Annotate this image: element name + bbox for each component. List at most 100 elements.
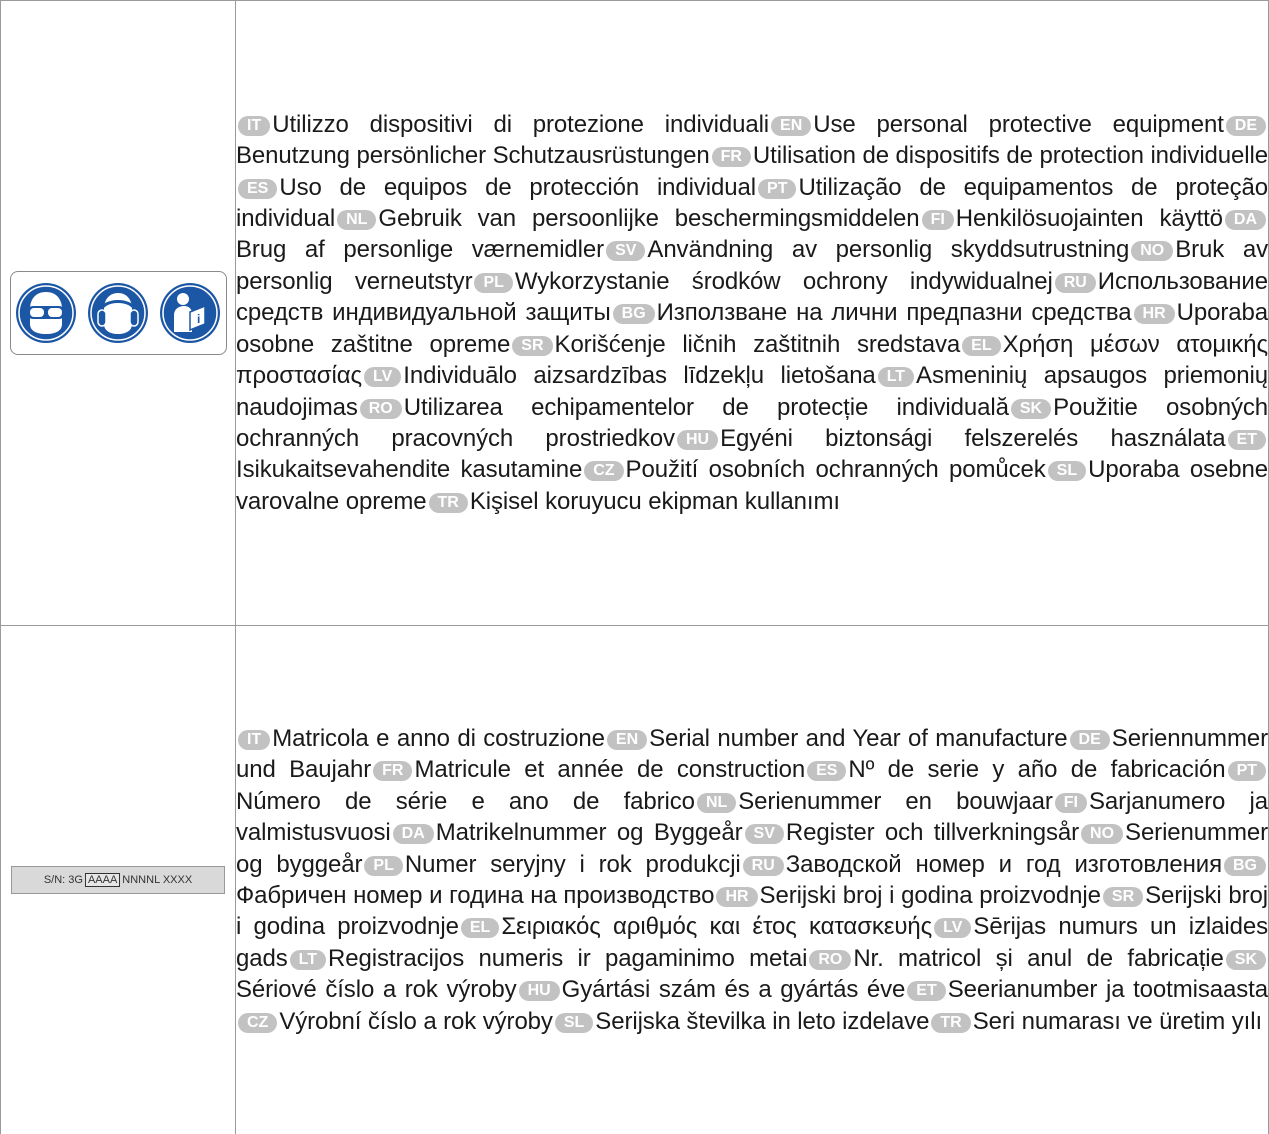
language-code-badge: HU [519,981,560,1001]
language-code-badge: EL [461,918,499,938]
translation-text: Seri numarası ve üretim yılı [973,1008,1262,1035]
serial-description: ITMatricola e anno di costruzioneENSeria… [236,626,1269,1134]
language-code-badge: DE [1226,116,1266,136]
language-code-badge: HR [1134,304,1175,324]
translation-text: Výrobní číslo a rok výroby [279,1008,553,1035]
language-code-badge: CZ [238,1013,277,1033]
translation-text: Matricule et année de construction [414,756,805,783]
translation-text: Seerianumber ja tootmisaasta [948,976,1268,1003]
svg-text:i: i [197,312,200,326]
serial-row: S/N: 3G AAAA NNNNL XXXX ITMatricola e an… [1,626,1269,1134]
language-code-badge: NL [337,210,376,230]
language-code-badge: RO [360,399,402,419]
language-code-badge: IT [238,730,270,750]
language-code-badge: BG [1224,856,1266,876]
language-code-badge: SK [1011,399,1051,419]
language-code-badge: LT [878,367,914,387]
translation-text: Използване на лични предпазни средства [657,299,1132,326]
translation-text: Register och tillverkningsår [786,819,1079,846]
translation-text: Registracijos numeris ir pagaminimo meta… [328,945,807,972]
translation-text: Serijski broj i godina proizvodnje [760,882,1101,909]
serial-plate-cell: S/N: 3G AAAA NNNNL XXXX [1,626,236,1134]
translation-text: Wykorzystanie środków ochrony indywidual… [515,268,1053,295]
language-code-badge: ET [907,981,945,1001]
translation-text: Use personal protective equipment [813,111,1223,138]
translation-text: Matricola e anno di costruzione [272,725,605,752]
language-code-badge: EL [962,336,1000,356]
translation-text: Sériové číslo a rok výroby [236,976,517,1003]
language-code-badge: SR [512,336,552,356]
language-code-badge: DE [1070,730,1110,750]
translation-text: Användning av personlig skyddsutrustning [647,236,1129,263]
ppe-icon-cell: i [1,1,236,626]
language-code-badge: RU [743,856,784,876]
language-code-badge: EN [771,116,811,136]
language-code-badge: FR [373,761,412,781]
language-code-badge: NO [1131,241,1173,261]
language-code-badge: CZ [584,461,623,481]
language-code-badge: PL [364,856,402,876]
language-code-badge: EN [607,730,647,750]
language-code-badge: RU [1055,273,1096,293]
manual-table: i ITUtilizzo dispositivi di protezione i… [0,0,1269,1134]
language-code-badge: ET [1228,430,1266,450]
language-code-badge: PT [758,179,796,199]
language-code-badge: FR [712,147,751,167]
language-code-badge: HU [677,430,718,450]
translation-text: Gebruik van persoonlijke beschermingsmid… [378,205,919,232]
serial-plate-prefix: S/N: 3G [44,874,83,886]
serial-number-plate: S/N: 3G AAAA NNNNL XXXX [11,866,225,894]
language-code-badge: FI [1055,793,1087,813]
translation-text: Henkilösuojainten käyttö [956,205,1223,232]
language-code-badge: PL [474,273,512,293]
translation-text: Utilisation de dispositifs de protection… [753,142,1268,169]
safety-goggles-icon [15,282,77,344]
translation-text: Benutzung persönlicher Schutzausrüstunge… [236,142,710,169]
language-code-badge: SL [1048,461,1086,481]
ear-protection-icon [87,282,149,344]
language-code-badge: LT [290,950,326,970]
language-code-badge: SV [745,824,784,844]
translation-text: Nº de serie y año de fabricación [848,756,1225,783]
language-code-badge: SK [1226,950,1266,970]
ppe-icon-group: i [10,271,227,355]
language-code-badge: SV [606,241,645,261]
language-code-badge: PT [1228,761,1266,781]
translation-text: Serienummer en bouwjaar [738,788,1052,815]
language-code-badge: RO [809,950,851,970]
translation-text: Numer seryjny i rok produkcji [405,851,741,878]
translation-text: Nr. matricol și anul de fabricație [853,945,1223,972]
language-code-badge: TR [429,493,468,513]
language-code-badge: SL [555,1013,593,1033]
translation-text: Utilizarea echipamentelor de protecție i… [404,394,1009,421]
ppe-row: i ITUtilizzo dispositivi di protezione i… [1,1,1269,626]
language-code-badge: DA [393,824,434,844]
language-code-badge: LV [934,918,971,938]
ppe-description: ITUtilizzo dispositivi di protezione ind… [236,1,1269,626]
language-code-badge: BG [613,304,655,324]
translation-text: Individuālo aizsardzības līdzekļu lietoš… [403,362,875,389]
read-manual-icon: i [159,282,221,344]
language-code-badge: SR [1103,887,1143,907]
translation-text: Заводской номер и год изготовления [786,851,1222,878]
translation-text: Použití osobních ochranných pomůcek [626,456,1046,483]
translation-text: Matrikelnummer og Byggeår [436,819,743,846]
language-code-badge: ES [238,179,277,199]
language-code-badge: LV [364,367,401,387]
serial-plate-suffix: NNNNL XXXX [122,874,192,886]
language-code-badge: ES [807,761,846,781]
translation-text: Isikukaitsevahendite kasutamine [236,456,582,483]
translation-text: Gyártási szám és a gyártás éve [562,976,906,1003]
translation-text: Korišćenje ličnih zaštitnih sredstava [555,331,961,358]
translation-text: Фабричен номер и година на производство [236,882,714,909]
translation-text: Brug af personlige værnemidler [236,236,604,263]
serial-plate-boxed: AAAA [85,873,120,887]
language-code-badge: HR [716,887,757,907]
translation-text: Kişisel koruyucu ekipman kullanımı [470,488,840,515]
language-code-badge: DA [1225,210,1266,230]
translation-text: Egyéni biztonsági felszerelés használata [720,425,1225,452]
translation-text: Σειριακός αριθμός και έτος κατασκευής [501,913,932,940]
translation-text: Utilizzo dispositivi di protezione indiv… [272,111,769,138]
language-code-badge: TR [931,1013,970,1033]
language-code-badge: IT [238,116,270,136]
